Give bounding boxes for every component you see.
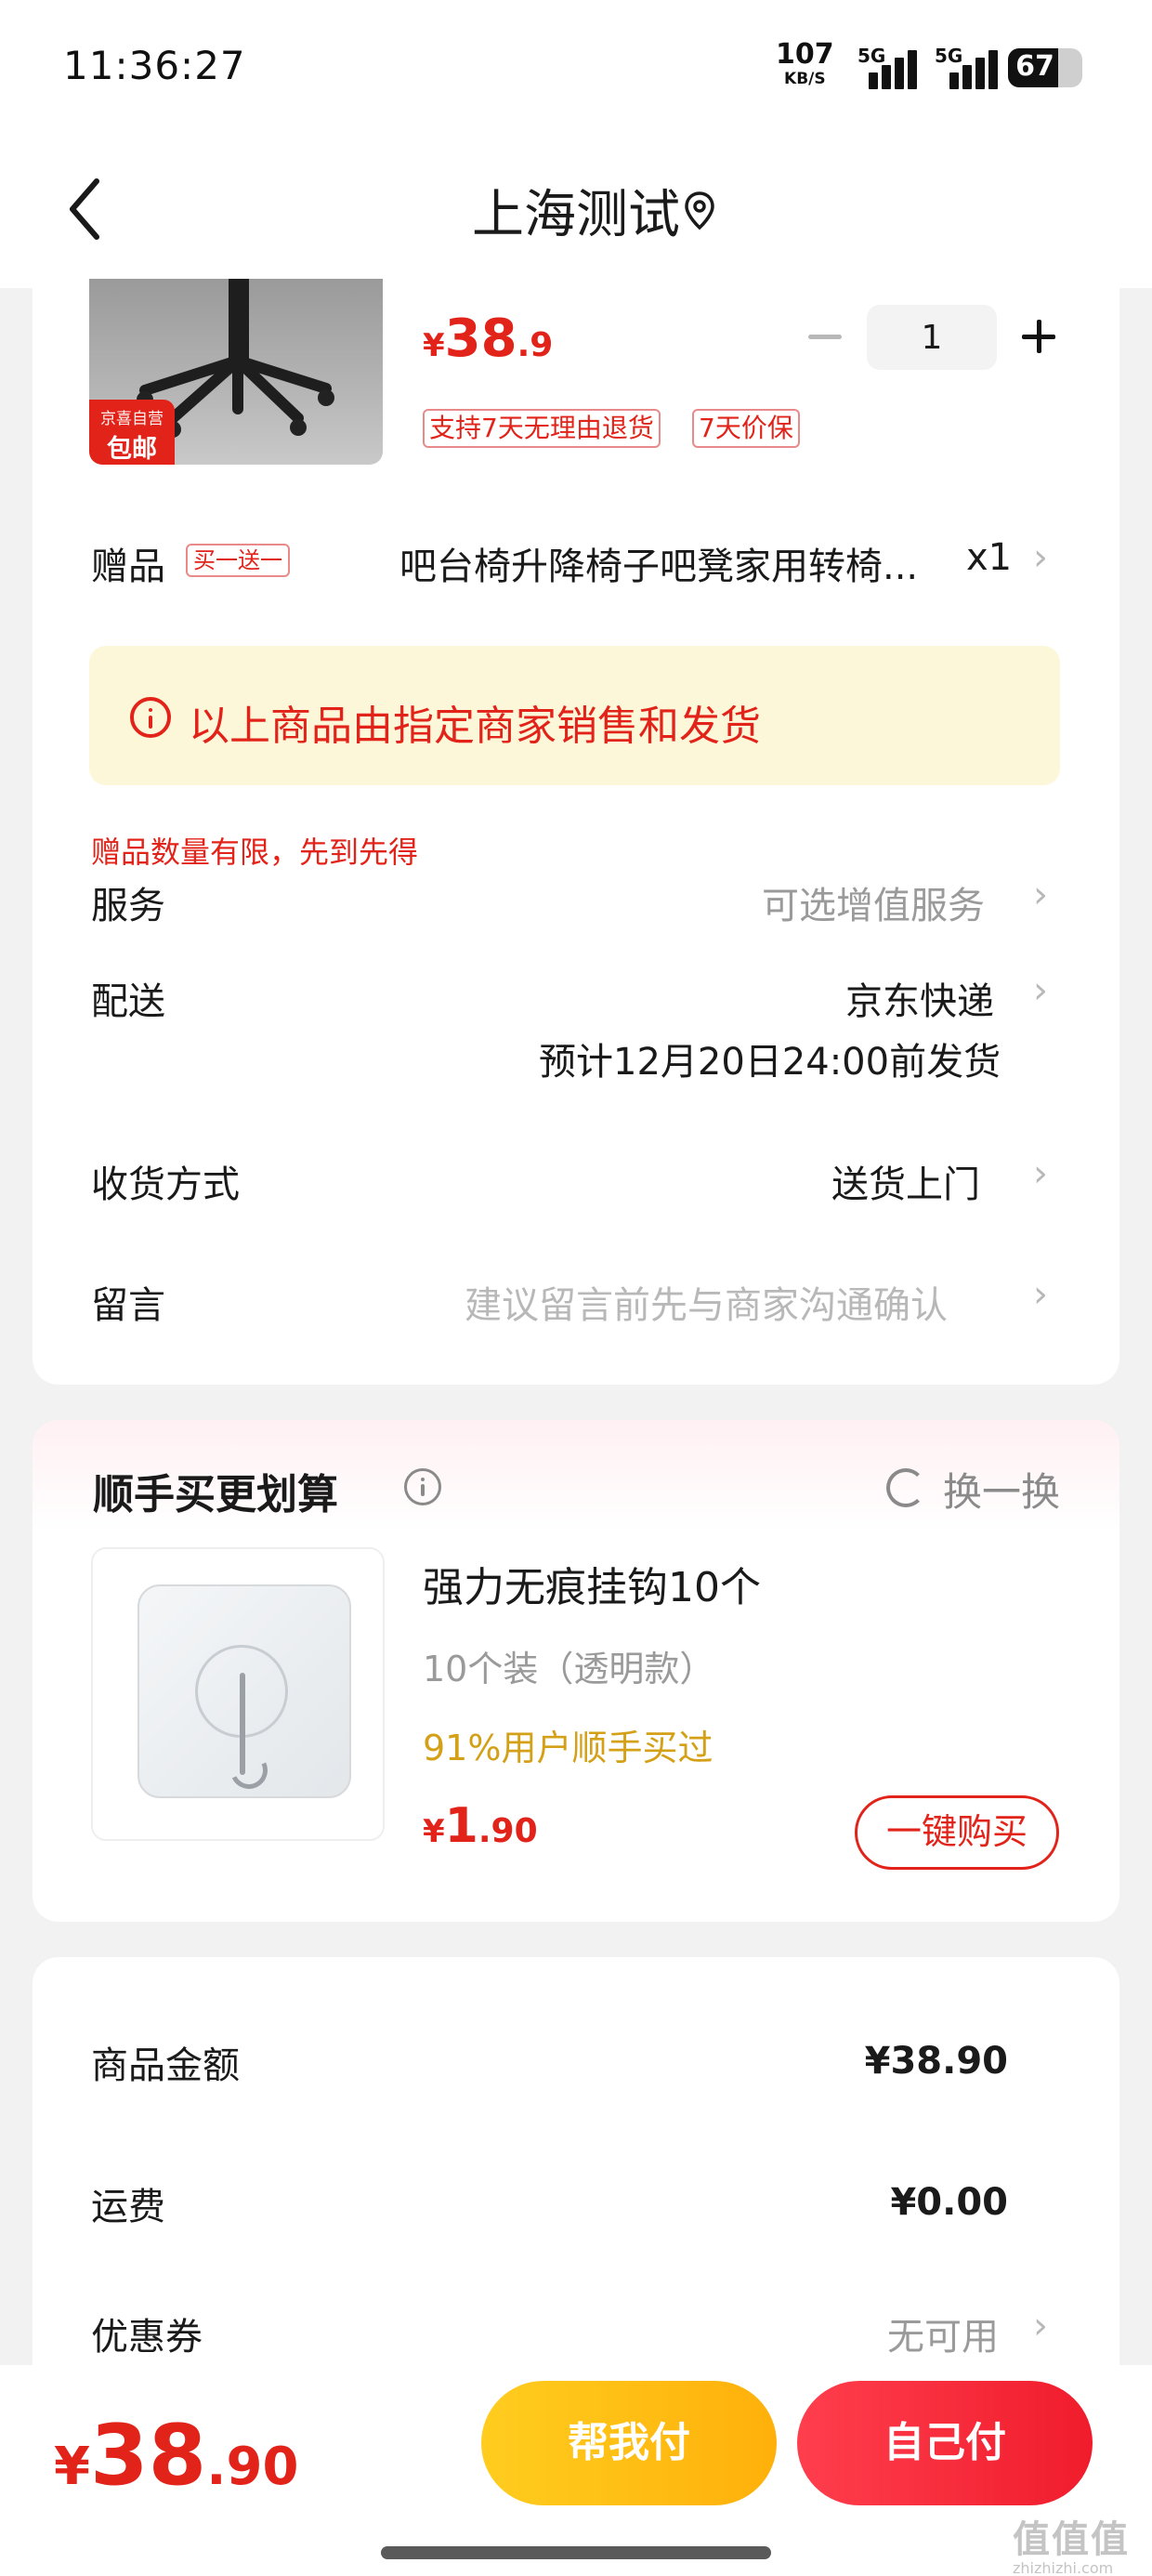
quantity-input[interactable] <box>867 305 997 370</box>
gift-warning-text: 赠品数量有限，先到先得 <box>91 835 419 870</box>
decrease-quantity-button[interactable] <box>805 316 845 357</box>
shipping-label: 运费 <box>91 2186 165 2228</box>
battery-level: 67 <box>1015 50 1054 83</box>
receive-method-label: 收货方式 <box>91 1163 240 1206</box>
recommend-product-name[interactable]: 强力无痕挂钩10个 <box>423 1554 761 1613</box>
status-time: 11:36:27 <box>63 43 246 88</box>
recommend-title: 顺手买更划算 <box>93 1471 338 1518</box>
price-protection-tag: 7天价保 <box>692 409 800 448</box>
gift-item-name[interactable]: 吧台椅升降椅子吧凳家用转椅... <box>399 536 962 590</box>
coupon-chevron-icon[interactable]: › <box>1033 2305 1048 2347</box>
location-pin-icon[interactable] <box>683 191 716 231</box>
badge-top-text: 京喜自营 <box>100 410 164 428</box>
price-currency: ¥ <box>423 327 445 364</box>
service-chevron-icon[interactable]: › <box>1033 874 1048 916</box>
goods-amount-value: ¥38.90 <box>864 2040 1008 2083</box>
seller-notice-text: 以上商品由指定商家销售和发货 <box>189 703 761 750</box>
message-label: 留言 <box>91 1284 165 1327</box>
home-indicator[interactable] <box>381 2546 771 2559</box>
watermark-sub: zhizhizhi.com <box>1013 2559 1114 2576</box>
gift-chevron-icon[interactable]: › <box>1033 536 1048 579</box>
rec-price-integer: 1 <box>444 1798 478 1854</box>
gift-promo-tag: 买一送一 <box>186 544 290 577</box>
total-integer: 38 <box>89 2407 207 2504</box>
gift-item-qty: x1 <box>966 536 1013 579</box>
network-speed-value: 107 <box>776 38 834 71</box>
coupon-label: 优惠券 <box>91 2316 203 2359</box>
info-icon <box>130 697 171 738</box>
battery-icon: 67 <box>1008 48 1082 87</box>
product-image[interactable]: 京喜自营 包邮 <box>89 279 383 465</box>
recommend-product-price: ¥1.90 <box>423 1798 538 1854</box>
service-value[interactable]: 可选增值服务 <box>762 875 985 929</box>
page-title: 上海测试 <box>472 185 680 245</box>
delivery-estimate: 预计12月20日24:00前发货 <box>539 1041 1001 1084</box>
product-price: ¥38.9 <box>423 309 553 369</box>
delivery-label: 配送 <box>91 980 165 1023</box>
recommend-product-spec: 10个装（透明款） <box>423 1649 715 1689</box>
total-price: ¥38.90 <box>54 2407 298 2504</box>
refresh-icon[interactable] <box>886 1468 925 1507</box>
return-policy-tag: 支持7天无理由退货 <box>423 409 661 448</box>
network-speed: 107 KB/S <box>776 41 834 91</box>
gift-label: 赠品 <box>91 545 165 588</box>
message-input[interactable]: 建议留言前先与商家沟通确认 <box>465 1275 948 1329</box>
recommend-product-stat: 91%用户顺手买过 <box>423 1728 713 1768</box>
self-pay-button[interactable]: 自己付 <box>797 2381 1093 2505</box>
refresh-button[interactable]: 换一换 <box>943 1461 1060 1518</box>
watermark: 值值值 zhizhizhi.com <box>1013 2509 1130 2576</box>
receive-method-value[interactable]: 送货上门 <box>831 1154 980 1208</box>
delivery-chevron-icon[interactable]: › <box>1033 969 1048 1012</box>
total-decimal: .90 <box>206 2437 299 2497</box>
rec-price-decimal: .90 <box>478 1812 538 1850</box>
free-shipping-badge: 京喜自营 包邮 <box>89 400 175 465</box>
price-integer: 38 <box>444 309 517 369</box>
help-pay-button[interactable]: 帮我付 <box>481 2381 777 2505</box>
shipping-value: ¥0.00 <box>890 2181 1008 2224</box>
increase-quantity-button[interactable] <box>1018 316 1059 357</box>
rec-price-currency: ¥ <box>423 1813 445 1850</box>
delivery-value[interactable]: 京东快递 <box>845 971 994 1025</box>
network-speed-unit: KB/S <box>784 70 826 88</box>
one-click-buy-button[interactable]: 一键购买 <box>855 1795 1059 1870</box>
goods-amount-label: 商品金额 <box>91 2044 240 2087</box>
message-chevron-icon[interactable]: › <box>1033 1273 1048 1316</box>
signal-icon-2: 5G <box>929 45 1013 89</box>
service-label: 服务 <box>91 885 165 927</box>
coupon-value[interactable]: 无可用 <box>887 2307 999 2360</box>
price-decimal: .9 <box>517 326 554 364</box>
watermark-main: 值值值 <box>1013 2518 1130 2561</box>
signal-icon: 5G <box>841 45 924 89</box>
total-currency: ¥ <box>54 2437 90 2497</box>
receive-chevron-icon[interactable]: › <box>1033 1152 1048 1195</box>
badge-main-text: 包邮 <box>107 435 157 464</box>
info-circle-icon[interactable] <box>404 1468 441 1505</box>
